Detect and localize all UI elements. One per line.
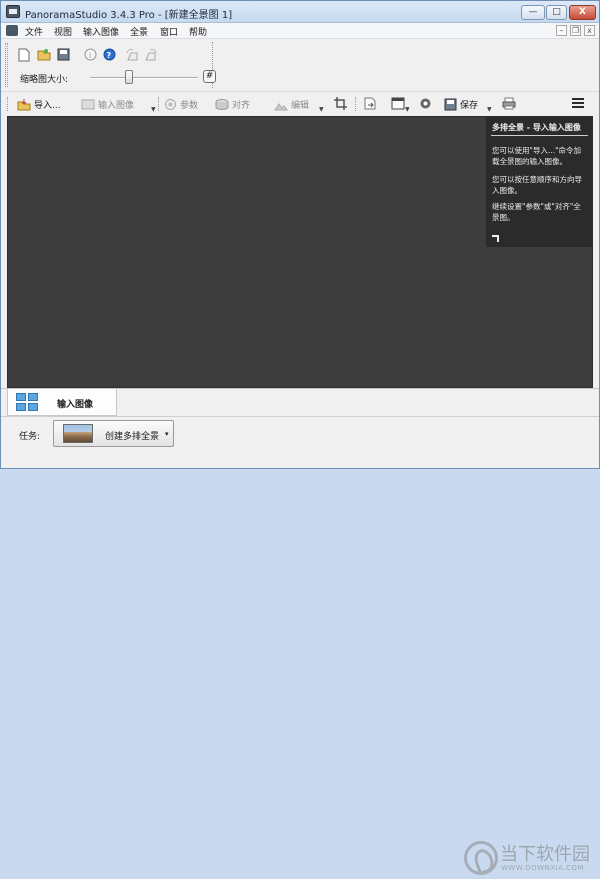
tab-input-images[interactable]: 输入图像: [7, 389, 117, 416]
toolbar-separator: [355, 97, 356, 111]
open-folder-icon[interactable]: [36, 47, 51, 62]
minimize-button[interactable]: —: [521, 5, 545, 20]
info-icon[interactable]: i: [83, 47, 98, 62]
document-icon[interactable]: [6, 25, 18, 36]
import-button[interactable]: 导入...: [17, 96, 61, 112]
import-icon: [17, 98, 31, 111]
save-panorama-button[interactable]: 保存: [443, 96, 478, 112]
export-icon[interactable]: [364, 97, 377, 113]
tab-input-images-label: 输入图像: [57, 400, 94, 410]
save-label: 保存: [460, 100, 479, 111]
help-paragraph-import: 您可以使用"导入..."命令加载全景图的输入图像。: [492, 146, 582, 166]
toolbar-grip[interactable]: [5, 43, 8, 87]
toolbar-separator: [158, 97, 159, 111]
maximize-button[interactable]: □: [546, 5, 567, 20]
new-document-icon[interactable]: [16, 47, 31, 62]
align-button[interactable]: 对齐: [215, 96, 250, 112]
mdi-minimize-button[interactable]: –: [556, 25, 567, 36]
align-label: 对齐: [232, 100, 251, 111]
menu-window[interactable]: 窗口: [160, 25, 178, 38]
menu-panorama[interactable]: 全景: [130, 25, 148, 38]
save-disk-icon: [443, 98, 457, 111]
bottom-tab-bar: 输入图像: [1, 388, 599, 416]
menu-view[interactable]: 视图: [54, 25, 72, 38]
watermark-logo-icon: [464, 841, 498, 875]
task-bar: 任务: 创建多排全景 ▾ 当下软件园 WWW.DOWNXIA.COM: [1, 416, 599, 875]
thumbnail-size-slider-thumb[interactable]: [124, 70, 133, 84]
window-title: PanoramaStudio 3.4.3 Pro - [新建全景图 1]: [25, 10, 233, 21]
params-icon: [163, 98, 177, 111]
crop-icon[interactable]: [334, 97, 347, 113]
grid-size-icon[interactable]: #: [203, 70, 216, 83]
task-selector[interactable]: 创建多排全景 ▾: [53, 420, 174, 447]
save-dropdown-icon[interactable]: ▼: [487, 106, 492, 113]
title-bar[interactable]: PanoramaStudio 3.4.3 Pro - [新建全景图 1] — □…: [1, 1, 599, 23]
watermark-subtext: WWW.DOWNXIA.COM: [501, 864, 584, 872]
edit-button[interactable]: 编辑: [274, 96, 309, 112]
menu-input-images[interactable]: 输入图像: [83, 25, 119, 38]
task-value: 创建多排全景: [105, 432, 160, 442]
edit-dropdown-icon[interactable]: ▼: [319, 106, 324, 113]
edit-label: 编辑: [291, 100, 310, 111]
mdi-close-button[interactable]: x: [584, 25, 595, 36]
svg-text:i: i: [89, 51, 91, 60]
input-images-label: 输入图像: [98, 100, 135, 111]
layout-dropdown-icon[interactable]: ▼: [405, 106, 410, 113]
help-icon[interactable]: ?: [102, 47, 117, 62]
save-icon[interactable]: [56, 47, 71, 62]
watermark-text: 当下软件园: [500, 844, 590, 865]
menu-icon[interactable]: [572, 98, 584, 109]
edit-icon: [274, 98, 288, 111]
menu-help[interactable]: 帮助: [189, 25, 207, 38]
input-images-dropdown-icon[interactable]: ▼: [151, 106, 156, 113]
watermark: 当下软件园 WWW.DOWNXIA.COM: [464, 839, 594, 879]
action-toolbar: 导入... 输入图像 ▼ 参数 对齐 编辑 ▼ ▼ 保存 ▼: [1, 91, 599, 115]
app-window: PanoramaStudio 3.4.3 Pro - [新建全景图 1] — □…: [0, 0, 600, 875]
toolbar-area: i ? 缩略图大小: #: [1, 40, 599, 90]
menu-bar: 文件 视图 输入图像 全景 窗口 帮助 – ❐ x: [1, 23, 599, 39]
image-grid-icon: [16, 393, 39, 412]
help-title: 多排全景 - 导入输入图像: [492, 123, 581, 132]
panorama-canvas[interactable]: 多排全景 - 导入输入图像 您可以使用"导入..."命令加载全景图的输入图像。 …: [7, 116, 593, 388]
params-button[interactable]: 参数: [163, 96, 198, 112]
task-thumbnail: [63, 424, 93, 443]
thumbnail-size-slider[interactable]: [90, 77, 198, 79]
params-label: 参数: [180, 100, 199, 111]
main-toolbar: i ? 缩略图大小: #: [10, 42, 216, 88]
collapse-help-icon[interactable]: [492, 235, 499, 242]
menu-file[interactable]: 文件: [25, 25, 43, 38]
color-adjust-icon[interactable]: [419, 97, 432, 113]
window-layout-icon[interactable]: [391, 97, 405, 113]
print-icon[interactable]: [502, 97, 516, 113]
import-label: 导入...: [34, 100, 61, 111]
align-icon: [215, 98, 229, 111]
help-divider: [491, 135, 588, 136]
thumbnail-size-label: 缩略图大小:: [20, 75, 69, 85]
task-label: 任务:: [19, 432, 41, 442]
mdi-restore-button[interactable]: ❐: [570, 25, 581, 36]
input-images-button[interactable]: 输入图像: [81, 96, 134, 112]
svg-text:?: ?: [107, 51, 112, 60]
app-icon[interactable]: [6, 5, 20, 18]
rotate-right-icon[interactable]: [143, 47, 158, 62]
toolbar-grip[interactable]: [7, 97, 8, 111]
rotate-left-icon[interactable]: [124, 47, 139, 62]
close-button[interactable]: X: [569, 5, 596, 20]
input-images-icon: [81, 98, 95, 111]
help-panel: 多排全景 - 导入输入图像 您可以使用"导入..."命令加载全景图的输入图像。 …: [486, 117, 593, 247]
help-paragraph-next: 继续设置"参数"或"对齐"全景图。: [492, 202, 581, 222]
help-paragraph-order: 您可以按任意顺序和方向导入图像。: [492, 175, 582, 195]
chevron-down-icon: ▾: [165, 430, 169, 438]
